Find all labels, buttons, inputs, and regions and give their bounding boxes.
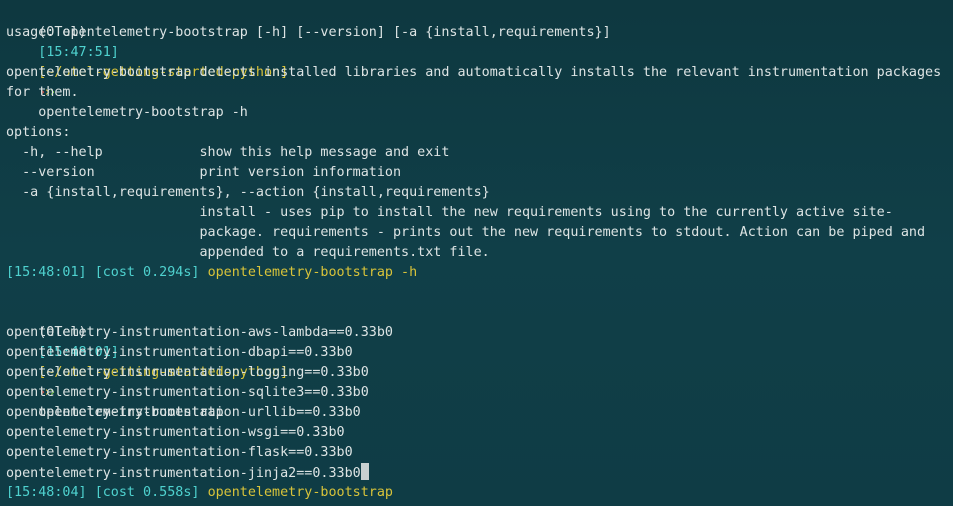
status-command: opentelemetry-bootstrap -h <box>207 265 418 280</box>
requirement-line: opentelemetry-instrumentation-sqlite3==0… <box>6 383 953 403</box>
status-command: opentelemetry-bootstrap <box>207 485 393 500</box>
output-line: install - uses pip to install the new re… <box>6 205 893 220</box>
output-line: opentelemetry-bootstrap detects installe… <box>6 65 942 80</box>
output-line: -h, --help show this help message and ex… <box>6 145 450 160</box>
status-time: [15:48:01] <box>6 265 87 280</box>
requirement-line: opentelemetry-instrumentation-logging==0… <box>6 363 953 383</box>
status-line: [15:48:01] [cost 0.294s] opentelemetry-b… <box>6 263 953 283</box>
requirement-line: opentelemetry-instrumentation-urllib==0.… <box>6 403 953 423</box>
requirement-text: opentelemetry-instrumentation-wsgi==0.33… <box>6 425 345 440</box>
requirements-output: opentelemetry-instrumentation-aws-lambda… <box>6 323 953 483</box>
status-time: [15:48:04] <box>6 485 87 500</box>
text-cursor <box>360 463 369 480</box>
status-cost: [cost 0.294s] <box>94 265 200 280</box>
status-cost: [cost 0.558s] <box>94 485 200 500</box>
requirement-text: opentelemetry-instrumentation-jinja2==0.… <box>6 466 361 481</box>
requirement-text: opentelemetry-instrumentation-flask==0.3… <box>6 445 353 460</box>
prompt-line: (OTel) [15:47:51] [~/otel-getting-starte… <box>6 3 953 120</box>
requirement-text: opentelemetry-instrumentation-urllib==0.… <box>6 405 361 420</box>
output-line: for them. <box>6 85 79 100</box>
status-line: [15:48:04] [cost 0.558s] opentelemetry-b… <box>6 483 953 503</box>
output-line: usage: opentelemetry-bootstrap [-h] [--v… <box>6 25 611 40</box>
terminal-window[interactable]: (OTel) [15:47:51] [~/otel-getting-starte… <box>0 0 953 506</box>
output-line: --version print version information <box>6 165 402 180</box>
prompt-line: (OTel) [15:48:01] [~/otel-getting-starte… <box>6 303 953 420</box>
help-output: usage: opentelemetry-bootstrap [-h] [--v… <box>6 23 953 263</box>
requirement-text: opentelemetry-instrumentation-aws-lambda… <box>6 325 393 340</box>
output-line: options: <box>6 125 71 140</box>
requirement-text: opentelemetry-instrumentation-logging==0… <box>6 365 369 380</box>
requirement-line: opentelemetry-instrumentation-dbapi==0.3… <box>6 343 953 363</box>
requirement-line: opentelemetry-instrumentation-aws-lambda… <box>6 323 953 343</box>
output-line: appended to a requirements.txt file. <box>6 245 490 260</box>
prompt-command: opentelemetry-bootstrap -h <box>38 105 248 120</box>
output-line: -a {install,requirements}, --action {ins… <box>6 185 490 200</box>
requirement-line: opentelemetry-instrumentation-jinja2==0.… <box>6 463 953 483</box>
output-line: package. requirements - prints out the n… <box>6 225 926 240</box>
prompt-time: [15:47:51] <box>38 45 119 60</box>
requirement-text: opentelemetry-instrumentation-sqlite3==0… <box>6 385 369 400</box>
requirement-line: opentelemetry-instrumentation-wsgi==0.33… <box>6 423 953 443</box>
requirement-line: opentelemetry-instrumentation-flask==0.3… <box>6 443 953 463</box>
requirement-text: opentelemetry-instrumentation-dbapi==0.3… <box>6 345 353 360</box>
